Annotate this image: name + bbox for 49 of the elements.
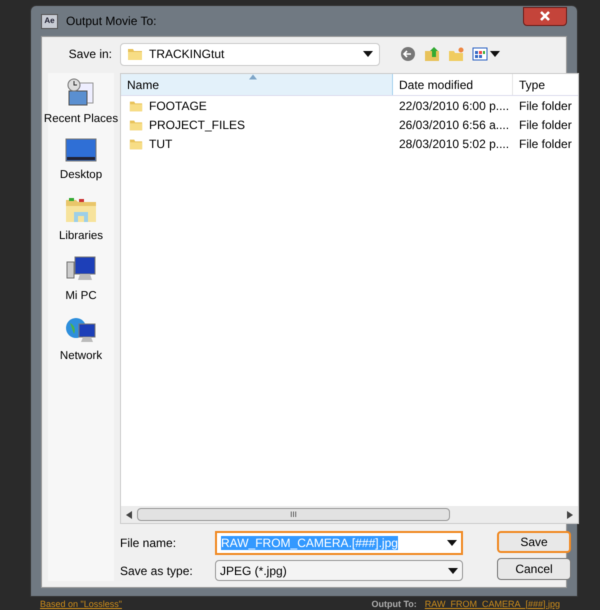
type-cell-text: File folder <box>518 116 573 134</box>
dropdown-arrow-icon <box>447 539 457 547</box>
app-icon: Ae <box>41 14 58 28</box>
new-folder-icon[interactable] <box>448 46 464 62</box>
file-name-cell[interactable]: FOOTAGE <box>149 96 207 114</box>
date-cell-text: 28/03/2010 5:02 p.... <box>398 136 510 152</box>
dropdown-arrow-icon <box>448 566 458 574</box>
dropdown-arrow-icon <box>363 50 373 58</box>
view-menu-button[interactable] <box>472 46 500 62</box>
horizontal-scrollbar[interactable]: III <box>121 506 578 523</box>
save-as-type-dropdown[interactable]: JPEG (*.jpg) <box>215 560 463 581</box>
folder-icon <box>127 46 143 62</box>
column-header[interactable]: Date modified <box>393 74 513 95</box>
save-in-value: TRACKINGtut <box>149 46 226 63</box>
scroll-right-icon <box>566 510 574 518</box>
view-grid-icon <box>472 46 488 62</box>
output-file-link[interactable]: RAW_FROM_CAMERA_[###].jpg <box>424 600 560 608</box>
column-header[interactable]: Name <box>121 74 393 95</box>
sort-arrow-icon <box>249 74 257 80</box>
close-button[interactable] <box>523 6 567 26</box>
render-template-link[interactable]: Based on "Lossless" <box>40 600 122 608</box>
places-item[interactable]: Network <box>60 314 102 366</box>
folder-icon <box>129 136 143 150</box>
file-name-cell[interactable]: PROJECT_FILES <box>149 116 246 134</box>
date-cell-text: 26/03/2010 6:56 a.... <box>398 116 510 134</box>
date-cell-text: 22/03/2010 6:00 p.... <box>398 98 510 114</box>
save-as-type-label: Save as type: <box>120 562 194 580</box>
folder-icon <box>129 98 143 112</box>
places-item[interactable]: Recent Places <box>44 77 118 128</box>
dialog-button[interactable]: Cancel <box>497 558 571 580</box>
up-folder-icon[interactable] <box>424 46 440 62</box>
file-name-label: File name: <box>120 535 178 552</box>
close-icon <box>539 10 551 22</box>
dropdown-arrow-icon <box>490 50 500 58</box>
dialog-button[interactable]: Save <box>497 531 571 553</box>
file-name-cell[interactable]: TUT <box>149 134 172 152</box>
places-item[interactable]: Mi PC <box>65 254 97 305</box>
scroll-left-icon <box>125 510 133 518</box>
places-item[interactable]: Desktop <box>60 137 102 184</box>
places-item[interactable]: Libraries <box>58 194 104 245</box>
output-to-label: Output To: <box>371 600 417 608</box>
column-header[interactable]: Type <box>513 74 578 95</box>
folder-icon <box>129 118 143 132</box>
type-cell-text: File folder <box>518 136 573 152</box>
window-title: Output Movie To: <box>66 13 156 30</box>
save-in-dropdown[interactable]: TRACKINGtut <box>120 42 380 66</box>
scroll-thumb[interactable]: III <box>137 508 450 521</box>
type-cell-text: File folder <box>518 98 573 114</box>
save-in-label: Save in: <box>68 46 112 63</box>
